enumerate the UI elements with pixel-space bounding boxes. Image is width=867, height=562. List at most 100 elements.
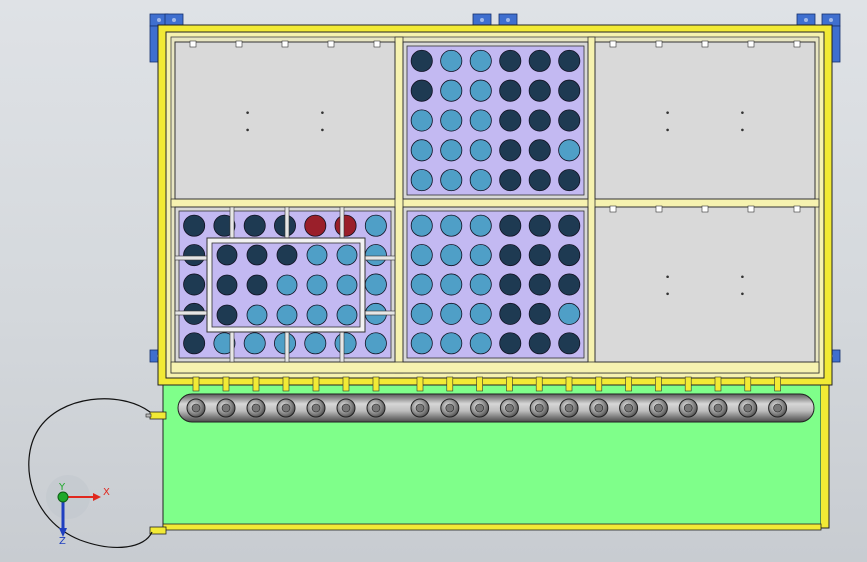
perforation-hole <box>306 274 328 296</box>
perforated-panel[interactable] <box>406 45 585 196</box>
panel-bottom-center[interactable] <box>402 206 589 363</box>
perforation-hole <box>558 332 581 355</box>
clip-tab <box>747 205 755 213</box>
perforation-hole <box>243 214 266 237</box>
perforation-hole <box>410 302 433 325</box>
perforation-hole <box>558 49 581 72</box>
perforation-hole <box>528 79 551 102</box>
perforation-hole <box>183 332 206 355</box>
valve-core <box>564 403 574 413</box>
perforation-hole <box>558 169 581 192</box>
perforation-hole <box>499 79 522 102</box>
perforation-hole <box>558 79 581 102</box>
perforation-hole <box>499 139 522 162</box>
bracket-bolt <box>506 18 510 22</box>
bracket-bolt <box>172 18 176 22</box>
valve-stem <box>416 376 424 392</box>
hole <box>666 275 669 279</box>
perforation-hole <box>304 332 327 355</box>
perforation-hole <box>440 49 463 72</box>
perforation-hole <box>183 273 206 296</box>
clip-tab <box>655 40 663 48</box>
perforation-hole <box>440 139 463 162</box>
hole <box>666 292 669 296</box>
perforation-hole <box>410 109 433 132</box>
valve-core <box>594 403 604 413</box>
perforation-hole <box>469 302 492 325</box>
perforation-hole <box>364 214 387 237</box>
perforation-hole <box>469 273 492 296</box>
perforation-hole <box>469 169 492 192</box>
frame-cross-member <box>170 198 820 208</box>
hole <box>666 128 669 132</box>
valve-core <box>341 403 351 413</box>
clip-tab <box>281 40 289 48</box>
valve-stem <box>744 376 752 392</box>
panel-bottom-left[interactable] <box>174 206 396 363</box>
triad-x-label: X <box>103 487 110 498</box>
hole <box>741 111 744 114</box>
clip-tab <box>701 205 709 213</box>
perforation-hole <box>558 109 581 132</box>
perforation-hole <box>469 244 492 267</box>
perforation-hole <box>364 244 387 267</box>
bracket-bolt <box>804 18 808 22</box>
perforation-hole <box>558 273 581 296</box>
clip-tab <box>747 40 755 48</box>
valve-stem <box>506 376 513 392</box>
gray-panel[interactable] <box>174 41 396 200</box>
perforation-hole <box>336 244 358 266</box>
hole <box>666 111 669 114</box>
valve-stem <box>774 376 781 392</box>
perforation-hole <box>528 109 551 132</box>
valve-stem <box>625 376 632 392</box>
valve-core <box>624 403 633 413</box>
cad-graphics-viewport[interactable]: X Y Z <box>0 0 867 562</box>
perforation-hole <box>364 332 387 355</box>
perforation-hole <box>440 332 463 355</box>
perforation-hole <box>410 49 433 72</box>
hole <box>246 111 249 114</box>
perforation-hole <box>364 273 387 296</box>
clip-tab <box>793 40 801 48</box>
perforation-hole <box>216 274 238 296</box>
tank-bottom-rail <box>162 523 822 531</box>
perforation-hole <box>499 302 522 325</box>
perforation-hole <box>246 304 268 326</box>
clip-tab <box>609 40 617 48</box>
perforation-hole <box>246 274 268 296</box>
valve-core <box>445 403 455 413</box>
perforation-hole <box>440 109 463 132</box>
perforated-panel[interactable] <box>406 210 585 359</box>
cad-model-view[interactable]: X Y Z <box>0 0 867 562</box>
panel-bottom-right[interactable] <box>594 205 816 363</box>
perforation-hole <box>440 302 463 325</box>
panel-top-right[interactable] <box>594 40 816 200</box>
valve-core <box>654 403 663 413</box>
valve-stem <box>282 376 290 392</box>
clip-tab <box>235 40 243 48</box>
perforation-hole <box>499 109 522 132</box>
valve-core <box>475 403 484 413</box>
frame-cross-member <box>394 36 404 374</box>
valve-core <box>281 403 291 413</box>
view-rotation-circle[interactable] <box>28 398 153 549</box>
perforation-hole <box>499 214 522 237</box>
panel-top-center[interactable] <box>402 41 589 200</box>
clip-tab <box>655 205 663 213</box>
valve-core <box>251 403 261 413</box>
perforation-hole <box>499 49 522 72</box>
perforation-hole <box>216 244 238 266</box>
perforation-hole <box>469 214 492 237</box>
perforation-hole <box>469 109 492 132</box>
perforation-hole <box>528 244 551 267</box>
hole <box>246 128 249 132</box>
gray-panel[interactable] <box>594 41 816 200</box>
panel-top-left[interactable] <box>174 40 396 200</box>
clip-tab <box>373 40 381 48</box>
gray-panel[interactable] <box>594 206 816 363</box>
perforation-hole <box>246 244 268 266</box>
inset-sub-panel[interactable] <box>206 237 366 333</box>
hole <box>741 275 744 279</box>
valve-stem <box>655 376 662 392</box>
